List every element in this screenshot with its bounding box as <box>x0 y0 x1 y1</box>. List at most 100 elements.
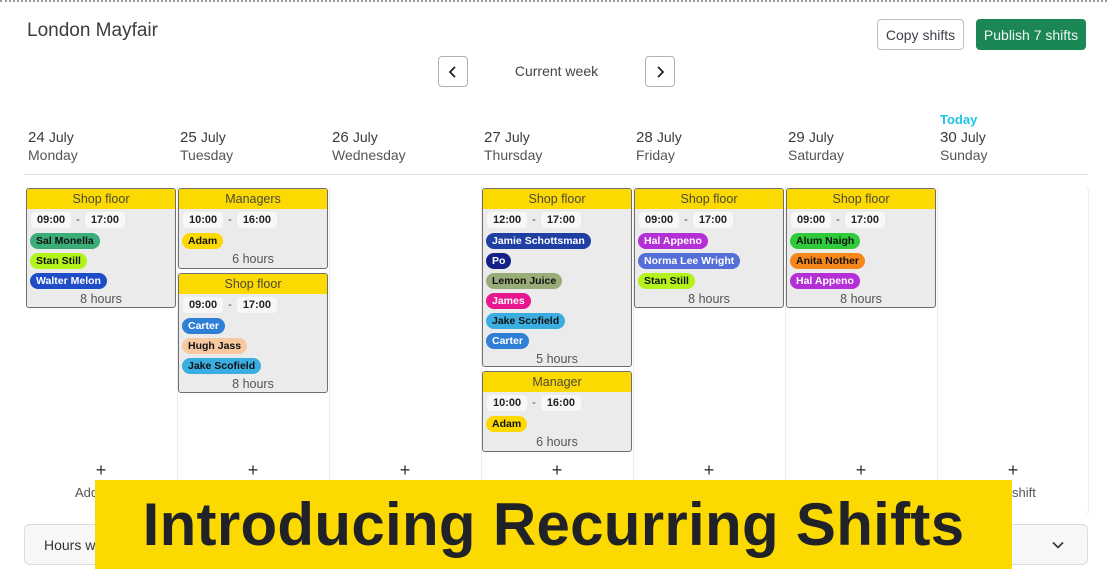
shift-times: 09:00-17:00 <box>635 209 783 229</box>
weekday-name: Tuesday <box>180 147 234 163</box>
shift-end-time[interactable]: 17:00 <box>84 212 125 228</box>
day-number: 29 <box>788 129 805 146</box>
staff-pill[interactable]: Jamie Schottsman <box>486 233 591 249</box>
staff-list: Adam <box>483 412 631 433</box>
staff-pill[interactable]: Norma Lee Wright <box>638 253 741 269</box>
day-header: 24 July Monday <box>28 112 178 163</box>
shift-role: Shop floor <box>179 273 327 294</box>
shift-times: 09:00-17:00 <box>27 209 175 229</box>
staff-pill[interactable]: Carter <box>486 333 529 349</box>
chevron-down-icon[interactable] <box>1051 538 1065 552</box>
shift-times: 09:00-17:00 <box>787 209 935 229</box>
chevron-right-icon <box>657 65 665 78</box>
staff-pill[interactable]: Sal Monella <box>30 233 100 249</box>
time-separator: - <box>228 214 232 226</box>
copy-shifts-button[interactable]: Copy shifts <box>877 19 964 50</box>
day-number: 24 <box>28 129 45 146</box>
staff-list: Adam <box>179 229 327 249</box>
shift-card[interactable]: Shop floor 09:00-17:00 Carter Hugh Jass Jake… <box>178 272 328 393</box>
time-separator: - <box>532 214 536 226</box>
today-label <box>180 112 330 127</box>
day-date: 28 July <box>636 129 786 146</box>
weekday-name: Friday <box>636 147 675 163</box>
shift-hours: 6 hours <box>536 435 578 450</box>
time-separator: - <box>836 214 840 226</box>
shift-end-time[interactable]: 17:00 <box>692 212 733 228</box>
day-date: 30 July <box>940 129 1090 146</box>
publish-shifts-button[interactable]: Publish 7 shifts <box>976 19 1086 50</box>
weekday-name: Monday <box>28 147 78 163</box>
staff-pill[interactable]: Adam <box>182 233 224 249</box>
shift-end-time[interactable]: 16:00 <box>540 395 581 412</box>
staff-pill[interactable]: Hal Appeno <box>790 273 860 289</box>
shift-card[interactable]: Manager 10:00-16:00 Adam 6 hours <box>482 371 632 452</box>
shift-card[interactable]: Managers 10:00-16:00 Adam 6 hours <box>178 188 328 269</box>
shift-end-time[interactable]: 17:00 <box>236 296 277 313</box>
add-shift-button[interactable]: + <box>937 460 1089 481</box>
shift-hours: 8 hours <box>840 292 882 306</box>
add-shift-button[interactable]: + <box>25 460 177 481</box>
time-separator: - <box>76 214 80 226</box>
shift-role: Shop floor <box>787 189 935 209</box>
staff-pill[interactable]: James <box>486 293 531 309</box>
today-label <box>484 112 634 127</box>
day-number: 27 <box>484 129 501 146</box>
top-border <box>0 0 1107 2</box>
shift-end-time[interactable]: 17:00 <box>844 212 885 228</box>
day-number: 25 <box>180 129 197 146</box>
next-week-button[interactable] <box>645 56 675 87</box>
day-header: Today 30 July Sunday <box>940 112 1090 163</box>
day-header: 27 July Thursday <box>484 112 634 163</box>
staff-pill[interactable]: Jake Scofield <box>486 313 566 329</box>
shift-card[interactable]: Shop floor 09:00-17:00 Sal Monella Stan Sti… <box>26 188 176 309</box>
staff-pill[interactable]: Po <box>486 253 512 269</box>
add-shift-label[interactable]: shift <box>1012 485 1036 500</box>
shift-start-time[interactable]: 09:00 <box>639 212 680 228</box>
week-label: Current week <box>514 63 599 79</box>
add-shift-button[interactable]: + <box>329 460 481 481</box>
shift-card[interactable]: Shop floor 09:00-17:00 Hal Appeno Norma Lee… <box>634 188 784 309</box>
staff-pill[interactable]: Stan Still <box>30 253 87 269</box>
add-shift-button[interactable]: + <box>785 460 937 481</box>
shift-end-time[interactable]: 16:00 <box>236 212 277 228</box>
time-separator: - <box>684 214 688 226</box>
shift-end-time[interactable]: 17:00 <box>540 212 581 228</box>
shift-start-time[interactable]: 09:00 <box>183 296 224 313</box>
shift-start-time[interactable]: 09:00 <box>791 212 832 228</box>
today-label <box>332 112 482 127</box>
staff-pill[interactable]: Alum Naigh <box>790 233 861 249</box>
shift-card[interactable]: Shop floor 09:00-17:00 Alum Naigh Anita Not… <box>786 188 936 309</box>
today-label <box>28 112 178 127</box>
staff-pill[interactable]: Jake Scofield <box>182 357 262 374</box>
day-date: 25 July <box>180 129 330 146</box>
shift-card[interactable]: Shop floor 12:00-17:00 Jamie Schottsman Po L… <box>482 188 632 368</box>
weekday-name: Thursday <box>484 147 543 163</box>
previous-week-button[interactable] <box>438 56 468 87</box>
staff-pill[interactable]: Anita Nother <box>790 253 865 269</box>
staff-pill[interactable]: Carter <box>182 317 225 334</box>
staff-pill[interactable]: Stan Still <box>638 273 695 289</box>
staff-pill[interactable]: Hugh Jass <box>182 337 248 354</box>
staff-pill[interactable]: Hal Appeno <box>638 233 708 249</box>
shift-start-time[interactable]: 12:00 <box>487 212 528 228</box>
add-shift-button[interactable]: + <box>177 460 329 481</box>
staff-pill[interactable]: Adam <box>486 416 528 433</box>
add-shift-button[interactable]: + <box>481 460 633 481</box>
shift-start-time[interactable]: 09:00 <box>31 212 72 228</box>
shift-role: Shop floor <box>483 189 631 209</box>
day-date: 29 July <box>788 129 938 146</box>
shift-start-time[interactable]: 10:00 <box>183 212 224 228</box>
shift-role: Shop floor <box>27 189 175 209</box>
day-header: 29 July Saturday <box>788 112 938 163</box>
add-shift-button[interactable]: + <box>633 460 785 481</box>
staff-list: Carter Hugh Jass Jake Scofield <box>179 314 327 374</box>
shift-hours: 8 hours <box>80 292 122 306</box>
shift-start-time[interactable]: 10:00 <box>487 395 528 412</box>
day-month: July <box>656 129 682 145</box>
staff-pill[interactable]: Lemon Juice <box>486 273 563 289</box>
staff-pill[interactable]: Walter Melon <box>30 273 107 289</box>
day-month: July <box>960 129 986 145</box>
shift-times: 09:00-17:00 <box>179 294 327 314</box>
promo-banner-text: Introducing Recurring Shifts <box>142 491 965 558</box>
day-number: 26 <box>332 129 349 146</box>
